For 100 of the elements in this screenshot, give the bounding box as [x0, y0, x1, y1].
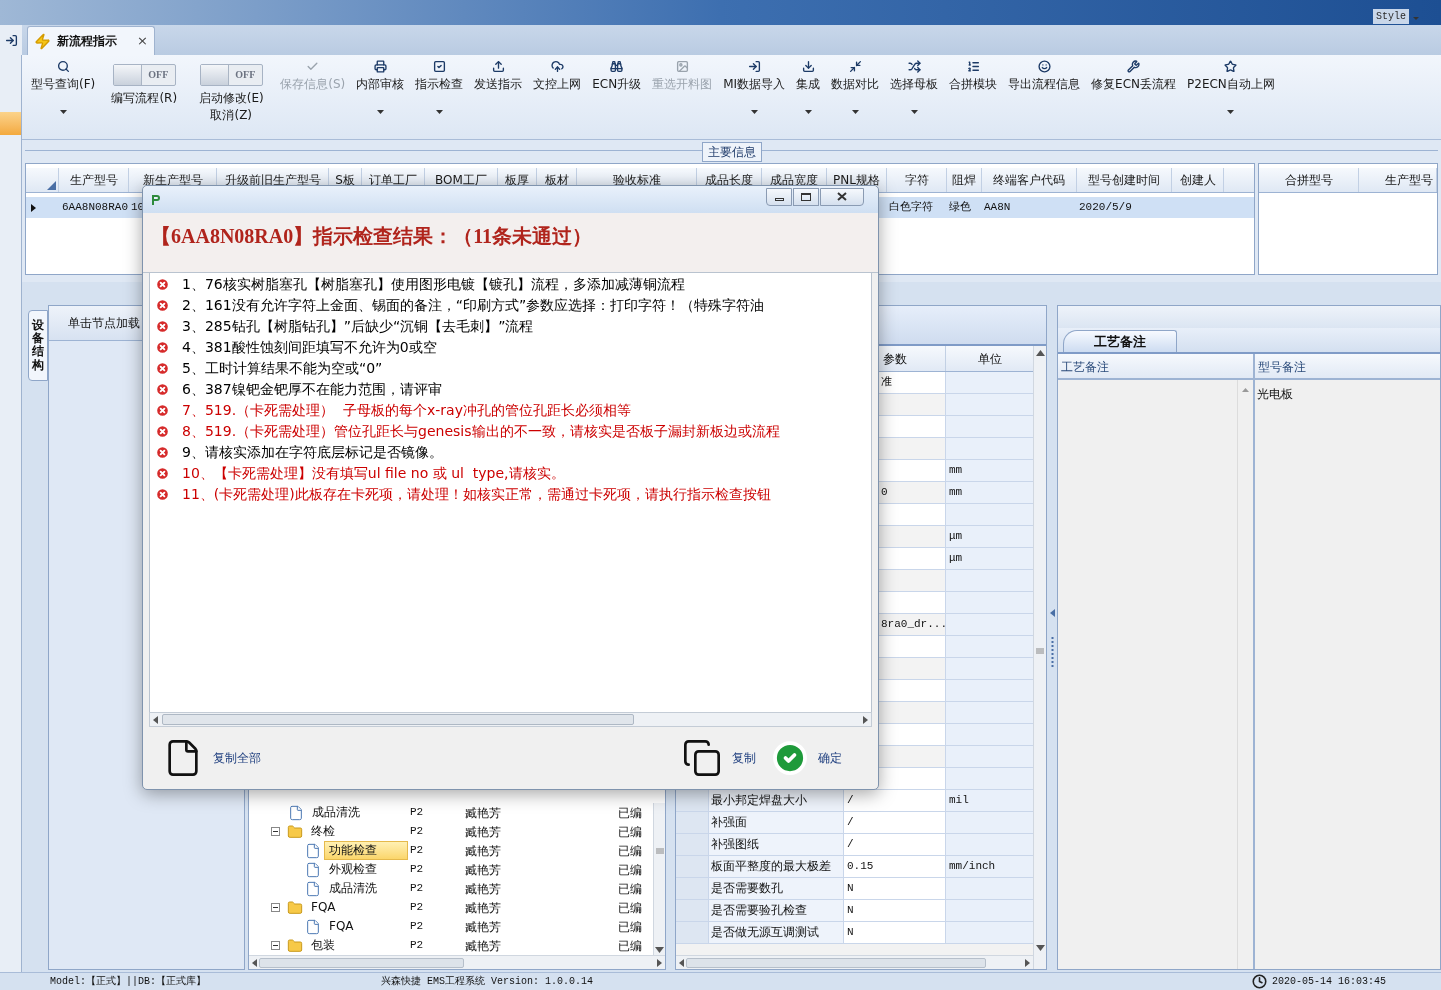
- dialog-action-button[interactable]: 复制: [732, 749, 756, 767]
- corner-sort-icon[interactable]: [47, 181, 56, 190]
- table-cell-text: 已编: [617, 880, 642, 898]
- toolbar-button[interactable]: 合拼模块: [944, 55, 1003, 125]
- column-header[interactable]: 生产型号: [1359, 168, 1437, 192]
- status-text: 兴森快捷 EMS工程系统 Version: 1.0.0.14: [381, 974, 594, 989]
- scroll-up-icon[interactable]: [1035, 350, 1045, 356]
- column-header[interactable]: 终端客户代码: [982, 168, 1077, 192]
- scroll-thumb[interactable]: [686, 957, 986, 968]
- toolbar-button[interactable]: P2ECN自动上网: [1182, 55, 1280, 125]
- toolbar-button[interactable]: 文控上网: [528, 55, 587, 125]
- column-header[interactable]: 型号备注: [1255, 354, 1440, 378]
- scroll-down-icon[interactable]: [1035, 945, 1045, 951]
- scroll-right-icon[interactable]: [657, 958, 662, 967]
- toggle-switch[interactable]: OFF: [199, 64, 263, 86]
- scroll-left-icon[interactable]: [153, 715, 158, 724]
- table-cell-text: 臧艳芳: [464, 899, 502, 917]
- horizontal-scrollbar[interactable]: [149, 712, 872, 727]
- table-cell: mil: [946, 790, 1033, 812]
- table-cell-text: 臧艳芳: [464, 880, 502, 898]
- table-cell: /: [844, 812, 946, 834]
- dropdown-caret-icon[interactable]: [910, 110, 918, 114]
- column-header[interactable]: 阻焊: [947, 168, 982, 192]
- vertical-scrollbar[interactable]: [653, 803, 665, 955]
- side-tab[interactable]: 设备结构: [28, 310, 48, 381]
- toggle-switch[interactable]: OFF: [112, 64, 176, 86]
- toolbar-button[interactable]: ECN升级: [587, 55, 647, 125]
- close-button[interactable]: [820, 187, 864, 206]
- cloud-upload-icon: [550, 60, 564, 73]
- horizontal-scrollbar[interactable]: [249, 955, 665, 969]
- dropdown-caret-icon[interactable]: [376, 110, 384, 114]
- check-result-text: 4、381酸性蚀刻间距填写不允许为0或空: [182, 337, 437, 357]
- toolbar-button[interactable]: MI数据导入: [718, 55, 791, 125]
- exit-icon[interactable]: [4, 33, 18, 47]
- column-header[interactable]: 创建人: [1172, 168, 1224, 192]
- scroll-right-icon[interactable]: [1025, 958, 1030, 967]
- toolbar-button[interactable]: 数据对比: [826, 55, 885, 125]
- scroll-left-icon[interactable]: [679, 958, 684, 967]
- splitter-grip-icon[interactable]: [1050, 636, 1054, 667]
- horizontal-scrollbar[interactable]: [676, 955, 1033, 969]
- toggle-label: 取消(Z): [210, 108, 253, 123]
- tree-item[interactable]: FQA: [306, 898, 341, 917]
- tree-item[interactable]: 成品清洗: [307, 803, 365, 822]
- column-header[interactable]: 生产型号: [59, 168, 129, 192]
- toolbar-button[interactable]: 修复ECN丢流程: [1086, 55, 1182, 125]
- dropdown-caret-icon[interactable]: [750, 110, 758, 114]
- tree-item[interactable]: 外观检查: [324, 860, 382, 879]
- tree-item[interactable]: 功能检查: [324, 841, 408, 860]
- dialog-action-button[interactable]: 复制全部: [213, 749, 261, 767]
- smiley-icon: [1037, 60, 1051, 73]
- column-header[interactable]: 工艺备注: [1058, 354, 1255, 378]
- document-icon: [305, 918, 321, 935]
- collapse-toggle-icon[interactable]: [271, 941, 280, 950]
- minimize-button[interactable]: [766, 187, 792, 206]
- scroll-grip-icon[interactable]: [655, 847, 664, 855]
- tab[interactable]: 工艺备注: [1063, 330, 1177, 352]
- toggle-label: 启动修改(E): [198, 91, 264, 106]
- toolbar-button[interactable]: 指示检查: [410, 55, 469, 125]
- scroll-grip-icon[interactable]: [1036, 646, 1044, 655]
- checkbox-icon: [432, 60, 446, 73]
- column-header[interactable]: 字符: [887, 168, 947, 192]
- tree-item[interactable]: 终检: [306, 822, 340, 841]
- dialog-action-button[interactable]: 确定: [818, 749, 842, 767]
- dropdown-caret-icon[interactable]: [435, 110, 443, 114]
- document-tab[interactable]: 新流程指示 ×: [27, 26, 155, 55]
- tree-item[interactable]: 包装: [306, 936, 340, 955]
- toolbar-button[interactable]: 型号查询(F): [26, 55, 101, 125]
- table-cell-text: P2: [409, 919, 425, 935]
- scroll-thumb[interactable]: [162, 714, 634, 725]
- error-icon: [155, 465, 170, 481]
- vertical-scrollbar[interactable]: [1033, 346, 1046, 969]
- style-menu[interactable]: Style: [1373, 9, 1409, 24]
- dropdown-caret-icon[interactable]: [1227, 110, 1235, 114]
- maximize-button[interactable]: [793, 187, 819, 206]
- toolbar-button[interactable]: 导出流程信息: [1003, 55, 1086, 125]
- column-header[interactable]: 合拼型号: [1259, 168, 1359, 192]
- toolbar-button[interactable]: 集成: [791, 55, 826, 125]
- table-cell: /: [844, 834, 946, 856]
- tab-title: 新流程指示: [57, 33, 117, 50]
- tree-item[interactable]: 成品清洗: [324, 879, 382, 898]
- toolbar-button[interactable]: 内部审核: [351, 55, 410, 125]
- scroll-right-icon[interactable]: [863, 715, 868, 724]
- dropdown-caret-icon[interactable]: [804, 110, 812, 114]
- document-icon: [288, 804, 304, 821]
- scroll-left-icon[interactable]: [252, 958, 257, 967]
- tree-item[interactable]: FQA: [324, 917, 359, 936]
- table-cell-text: P2: [409, 862, 425, 878]
- dropdown-caret-icon[interactable]: [59, 110, 67, 114]
- splitter-arrow-icon[interactable]: [1049, 608, 1055, 617]
- scroll-thumb[interactable]: [259, 957, 464, 968]
- toggle-state-label: OFF: [147, 68, 170, 82]
- collapse-toggle-icon[interactable]: [271, 903, 280, 912]
- scroll-down-icon[interactable]: [655, 947, 664, 953]
- tab-close-button[interactable]: ×: [137, 31, 148, 51]
- toolbar-button[interactable]: 发送指示: [469, 55, 528, 125]
- column-header[interactable]: 单位: [946, 346, 1033, 371]
- collapse-toggle-icon[interactable]: [271, 827, 280, 836]
- dropdown-caret-icon[interactable]: [851, 110, 859, 114]
- column-header[interactable]: 型号创建时间: [1077, 168, 1172, 192]
- toolbar-button[interactable]: 选择母板: [885, 55, 944, 125]
